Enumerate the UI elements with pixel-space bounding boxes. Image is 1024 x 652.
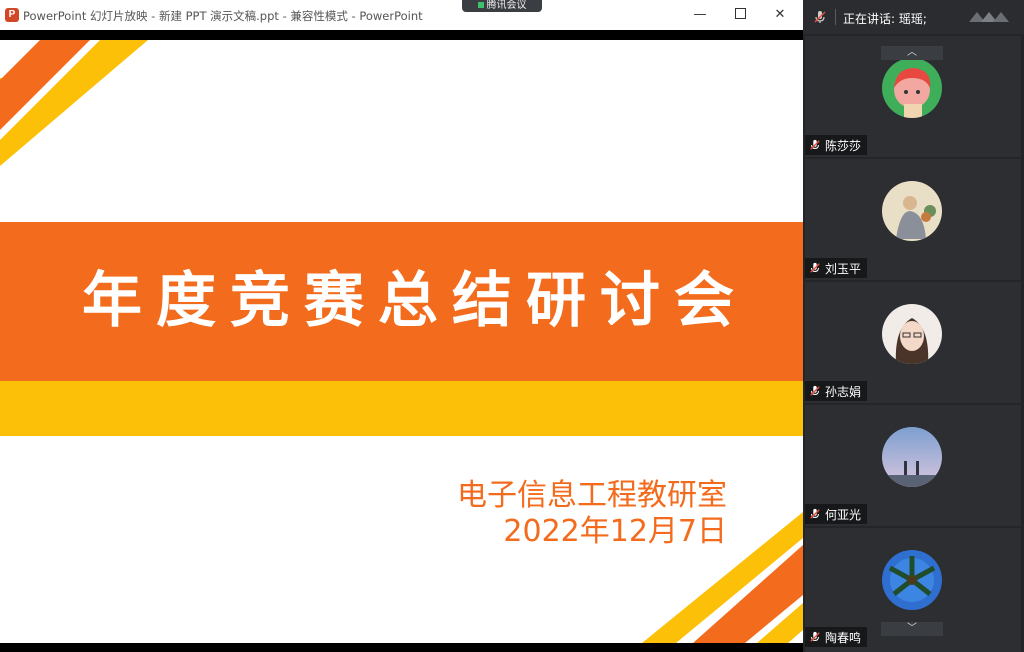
tencent-meeting-label: 腾讯会议 [486,0,527,11]
muted-mic-icon [810,385,820,396]
slide[interactable]: 年度竞赛总结研讨会 电子信息工程教研室 2022年12月7日 [0,40,803,643]
muted-mic-icon [810,631,820,642]
close-button[interactable]: ✕ [760,4,800,26]
scroll-down-button[interactable]: ﹀ [881,622,943,636]
muted-mic-icon [810,139,820,150]
powerpoint-window: P PowerPoint 幻灯片放映 - 新建 PPT 演示文稿.ppt - 兼… [0,0,803,652]
participant-tile[interactable]: 孙志娟 [805,282,1021,403]
speaker-header: 正在讲话: 瑶瑶; [803,0,1024,34]
tencent-meeting-badge[interactable]: 腾讯会议 [462,0,542,12]
participant-name: 刘玉平 [825,261,862,276]
cartoon-girl-avatar [882,58,942,118]
woman-photo-avatar [882,304,942,364]
minimize-button[interactable]: — [680,4,720,26]
anime-sky-avatar [882,427,942,487]
scroll-up-button[interactable]: ︿ [881,46,943,60]
participant-tile[interactable]: 何亚光 [805,405,1021,526]
participant-name: 孙志娟 [825,384,862,399]
participant-name-tag: 何亚光 [805,504,868,524]
participant-name-tag: 刘玉平 [805,258,868,278]
yellow-band [0,381,803,436]
bottom-letterbox [0,643,803,652]
participant-name-tag: 陈莎莎 [805,135,868,155]
muted-mic-icon [810,508,820,519]
participant-name: 陈莎莎 [825,138,862,153]
participant-tile[interactable]: 刘玉平 [805,159,1021,280]
speaking-label: 正在讲话: 瑶瑶; [843,12,927,26]
participant-name-tag: 孙志娟 [805,381,868,401]
participant-name-tag: 陶春鸣 [805,627,868,647]
monk-painting-avatar [882,181,942,241]
slide-title: 年度竞赛总结研讨会 [82,266,748,336]
header-divider [835,9,836,25]
meeting-panel: 正在讲话: 瑶瑶; 陈莎莎 刘玉平 孙志娟 何亚光 陶春鸣 ︿ ﹀ [803,0,1024,652]
tencent-meeting-logo [969,12,1009,22]
maximize-button[interactable] [720,4,760,26]
participant-name: 陶春鸣 [825,630,862,645]
muted-mic-icon [810,262,820,273]
muted-mic-icon [814,11,826,23]
signal-icon [477,2,484,8]
maximize-icon [734,8,746,19]
top-letterbox [0,30,803,40]
powerpoint-icon: P [5,8,19,22]
window-title: PowerPoint 幻灯片放映 - 新建 PPT 演示文稿.ppt - 兼容性… [23,9,423,23]
department-label: 电子信息工程教研室 [457,478,727,513]
title-bar: P PowerPoint 幻灯片放映 - 新建 PPT 演示文稿.ppt - 兼… [0,0,803,31]
palm-tree-avatar [882,550,942,610]
participant-name: 何亚光 [825,507,862,522]
date-label: 2022年12月7日 [503,514,727,549]
